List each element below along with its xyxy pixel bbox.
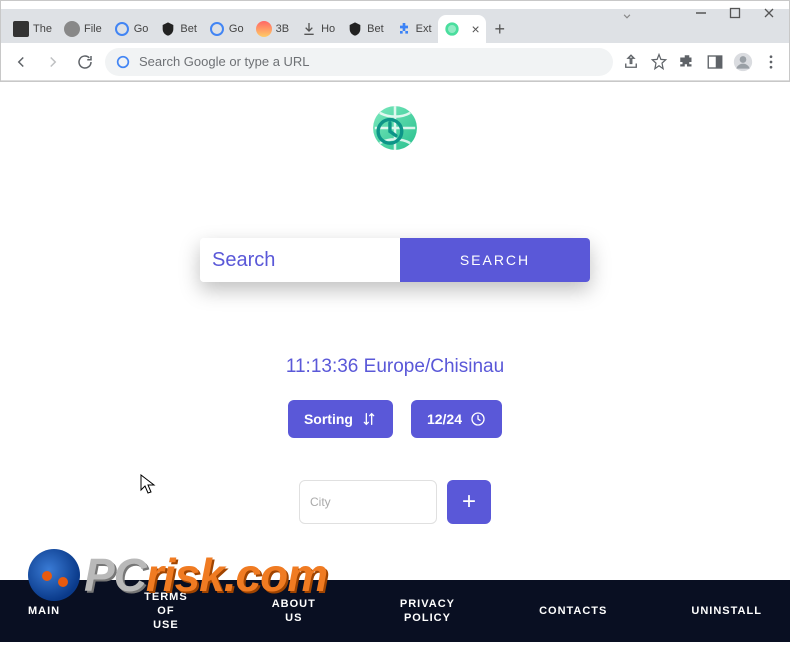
footer-about[interactable]: ABOUT US [272,597,316,626]
footer-uninstall[interactable]: UNINSTALL [691,604,762,618]
omnibox-placeholder: Search Google or type a URL [139,54,603,69]
chevron-down-icon[interactable] [620,9,634,28]
city-input[interactable] [299,480,437,524]
forward-button[interactable] [41,50,65,74]
sidepanel-icon[interactable] [705,52,725,72]
footer-terms[interactable]: TERMS OF USE [144,590,188,633]
sorting-label: Sorting [304,411,353,427]
tab-bet-1[interactable]: Bet [154,15,203,43]
tab-google-2[interactable]: Go [203,15,250,43]
sort-arrows-icon [361,411,377,427]
back-button[interactable] [9,50,33,74]
clock-icon [470,411,486,427]
toolbar: Search Google or type a URL [1,43,789,81]
mouse-cursor-icon [140,474,156,496]
title-bar [1,1,789,9]
search-input[interactable] [200,238,400,282]
tab-strip: The File Go Bet Go 3B Ho Bet Ext × + [1,9,789,43]
profile-icon[interactable] [733,52,753,72]
minimize-button[interactable] [695,6,707,24]
tab-ho[interactable]: Ho [295,15,341,43]
footer-nav: MAIN TERMS OF USE ABOUT US PRIVACY POLIC… [0,580,790,642]
menu-icon[interactable] [761,52,781,72]
maximize-button[interactable] [729,6,741,24]
tab-bet-2[interactable]: Bet [341,15,390,43]
clock-display: 11:13:36 Europe/Chisinau [0,356,790,378]
tab-google-1[interactable]: Go [108,15,155,43]
google-icon [115,54,131,70]
search-button[interactable]: SEARCH [400,238,590,282]
clock-timezone: Europe/Chisinau [364,356,504,377]
tab-active[interactable]: × [438,15,486,43]
time-format-button[interactable]: 12/24 [411,400,502,438]
footer-contacts[interactable]: CONTACTS [539,604,607,618]
tab-file[interactable]: File [58,15,108,43]
close-window-button[interactable] [763,6,775,24]
close-tab-icon[interactable]: × [472,21,480,37]
reload-button[interactable] [73,50,97,74]
footer-privacy[interactable]: PRIVACY POLICY [400,597,455,626]
sorting-button[interactable]: Sorting [288,400,393,438]
share-icon[interactable] [621,52,641,72]
browser-window: The File Go Bet Go 3B Ho Bet Ext × + Sea… [0,0,790,82]
footer-main[interactable]: MAIN [28,604,60,618]
tab-ext[interactable]: Ext [390,15,438,43]
bookmark-icon[interactable] [649,52,669,72]
omnibox[interactable]: Search Google or type a URL [105,48,613,76]
extensions-icon[interactable] [677,52,697,72]
tab-3b[interactable]: 3B [250,15,295,43]
tab-the[interactable]: The [7,15,58,43]
clock-time: 11:13:36 [286,356,359,377]
search-bar: SEARCH [200,238,590,282]
add-city-button[interactable]: + [447,480,491,524]
new-tab-button[interactable]: + [486,15,514,43]
page-content: SEARCH 11:13:36 Europe/Chisinau Sorting … [0,82,790,642]
site-logo [365,98,425,158]
format-label: 12/24 [427,411,462,427]
